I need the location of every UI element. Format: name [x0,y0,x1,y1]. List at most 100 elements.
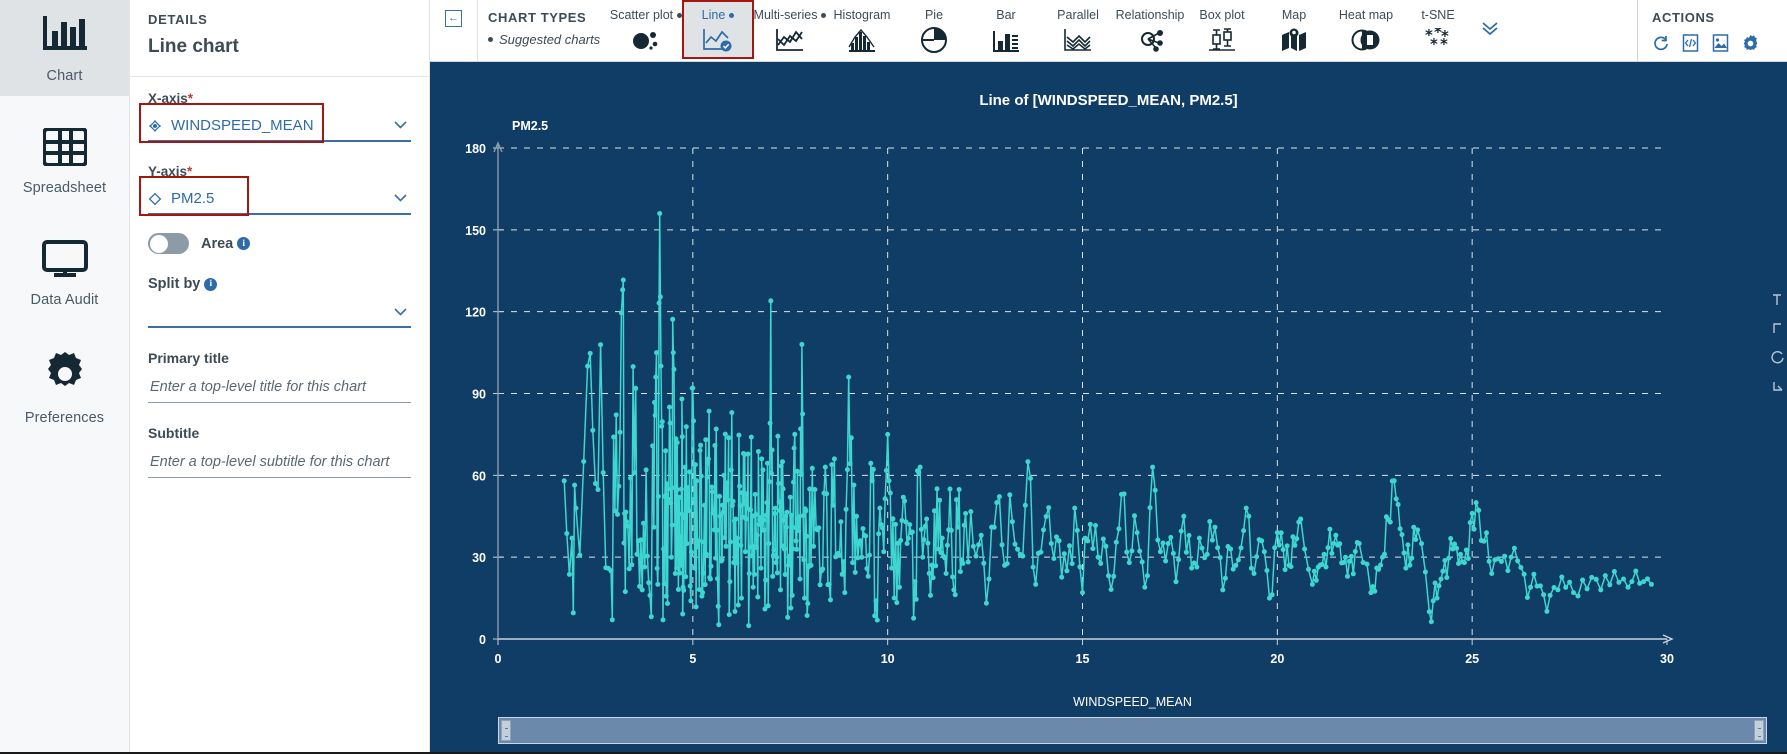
details-header: DETAILS Line chart [130,0,429,68]
chart-type-scatter-plot[interactable]: Scatter plot [610,0,683,59]
split-by-label: Split by i [148,276,411,292]
chart-type-label: Multi-series [753,8,818,22]
actions-panel: ACTIONS [1637,0,1787,61]
chart-type-map[interactable]: Map [1258,0,1330,59]
rail-item-preferences[interactable]: Preferences [0,338,129,438]
chevron-down-icon[interactable] [392,116,409,138]
export-code-icon[interactable] [1682,34,1699,52]
svg-text:*: * [1440,35,1448,52]
toggle-knob [149,234,168,253]
svg-text:60: 60 [472,469,486,483]
tsne-icon: * * * * * [1423,26,1453,54]
x-axis-select[interactable]: WINDSPEED_MEAN [148,115,411,142]
rail-item-label: Spreadsheet [22,180,107,196]
right-pane: ← CHART TYPES Suggested charts Scatter p… [430,0,1787,752]
chart-canvas[interactable]: Line of [WINDSPEED_MEAN, PM2.5] 0 30 60 90 1… [430,62,1787,752]
reset-tool-icon[interactable] [1771,350,1785,365]
chart-type-heat-map[interactable]: Heat map [1330,0,1402,59]
multi-series-icon [775,26,805,54]
subtitle-label: Subtitle [148,425,200,441]
x-axis-title: WINDSPEED_MEAN [1073,695,1192,709]
chart-type-line[interactable]: Line [682,0,754,59]
details-body: X-axis* WINDSPEED_MEAN Y-axis* PM2.5 Are… [130,77,429,478]
download-tool-icon[interactable] [1771,379,1785,394]
chevron-down-icon[interactable] [392,303,409,325]
actions-title: ACTIONS [1652,10,1715,25]
subtitle-input[interactable] [148,453,411,471]
collapse-panel-icon[interactable]: ← [445,10,462,27]
rail-item-label: Data Audit [30,292,99,308]
x-axis-label: X-axis* [148,91,194,106]
chart-types-toolbar: ← CHART TYPES Suggested charts Scatter p… [430,0,1787,62]
line-chart-icon [702,26,734,54]
categorical-field-icon [148,119,162,133]
primary-title-input[interactable] [148,378,411,396]
chart-type-label: Scatter plot [610,8,674,22]
svg-text:PM2.5: PM2.5 [512,119,548,133]
suggested-charts-row: Suggested charts [488,32,610,47]
rail-item-label: Chart [46,68,83,84]
area-toggle-label: Area i [201,236,251,252]
chart-type-label: Heat map [1338,8,1394,22]
rail-item-chart[interactable]: Chart [0,0,129,96]
primary-title-field[interactable] [148,373,411,403]
chart-type-parallel[interactable]: Parallel [1042,0,1114,59]
parallel-icon [1063,26,1093,54]
chevron-down-icon[interactable] [392,189,409,211]
chart-type-tsne[interactable]: t-SNE * * * * * [1402,0,1474,59]
pan-tool-icon[interactable] [1771,321,1785,336]
y-axis-select[interactable]: PM2.5 [148,188,411,215]
svg-text:20: 20 [1270,652,1284,666]
split-by-select[interactable] [148,300,411,328]
chevron-double-down-icon[interactable] [1474,0,1510,41]
x-range-slider[interactable] [498,717,1767,744]
chart-type-bar[interactable]: Bar [970,0,1042,59]
chart-builder-app: Chart Spreadsheet Data Audit Preferences… [0,0,1787,754]
svg-text:0: 0 [479,633,486,647]
bar-chart-icon [42,14,88,59]
rail-item-spreadsheet[interactable]: Spreadsheet [0,114,129,208]
range-handle-left[interactable] [501,720,511,741]
scatter-plot-icon [631,26,661,54]
relationship-icon [1135,26,1165,54]
actions-icon-row [1652,34,1787,52]
export-image-icon[interactable] [1712,34,1729,52]
chart-types-title: CHART TYPES [488,10,587,25]
suggested-charts-label: Suggested charts [499,32,601,47]
area-toggle[interactable] [148,233,189,254]
chart-type-box-plot[interactable]: Box plot [1186,0,1258,59]
table-grid-icon [41,127,88,171]
chart-type-multi-series[interactable]: Multi-series [753,0,827,59]
svg-text:0: 0 [495,652,502,666]
chart-types-heading: CHART TYPES Suggested charts [478,0,610,61]
line-chart-plot: 0 30 60 90 120 150 180 0 5 10 15 20 25 30 PM2.5 [465,119,1674,666]
refresh-icon[interactable] [1652,35,1669,52]
svg-text:150: 150 [465,224,486,238]
zoom-tool-icon[interactable] [1771,292,1785,307]
map-icon [1280,26,1308,54]
chart-type-histogram[interactable]: Histogram [826,0,898,59]
subtitle-field[interactable] [148,448,411,478]
info-icon[interactable]: i [204,277,218,291]
svg-text:*: * [1430,35,1438,52]
heat-map-icon [1351,26,1381,54]
details-panel: DETAILS Line chart X-axis* WINDSPEED_MEA… [130,0,430,752]
svg-text:30: 30 [472,551,486,565]
details-kicker: DETAILS [148,12,208,27]
chart-type-list: Scatter plot Line Multi-series Histogram… [610,0,1637,61]
info-icon[interactable]: i [237,237,251,251]
box-plot-icon [1207,26,1237,54]
suggested-dot-icon [488,37,493,42]
settings-gear-icon[interactable] [1742,34,1759,52]
chart-type-label: Pie [924,8,944,22]
chart-type-pie[interactable]: Pie [898,0,970,59]
chart-type-label: Bar [996,8,1016,22]
range-handle-right[interactable] [1754,720,1764,741]
primary-title-label: Primary title [148,350,229,366]
area-toggle-row: Area i [148,233,411,254]
rail-item-data-audit[interactable]: Data Audit [0,226,129,320]
gear-icon [43,352,87,401]
chart-type-relationship[interactable]: Relationship [1114,0,1186,59]
histogram-icon [847,26,877,54]
y-axis-label: Y-axis* [148,164,193,179]
